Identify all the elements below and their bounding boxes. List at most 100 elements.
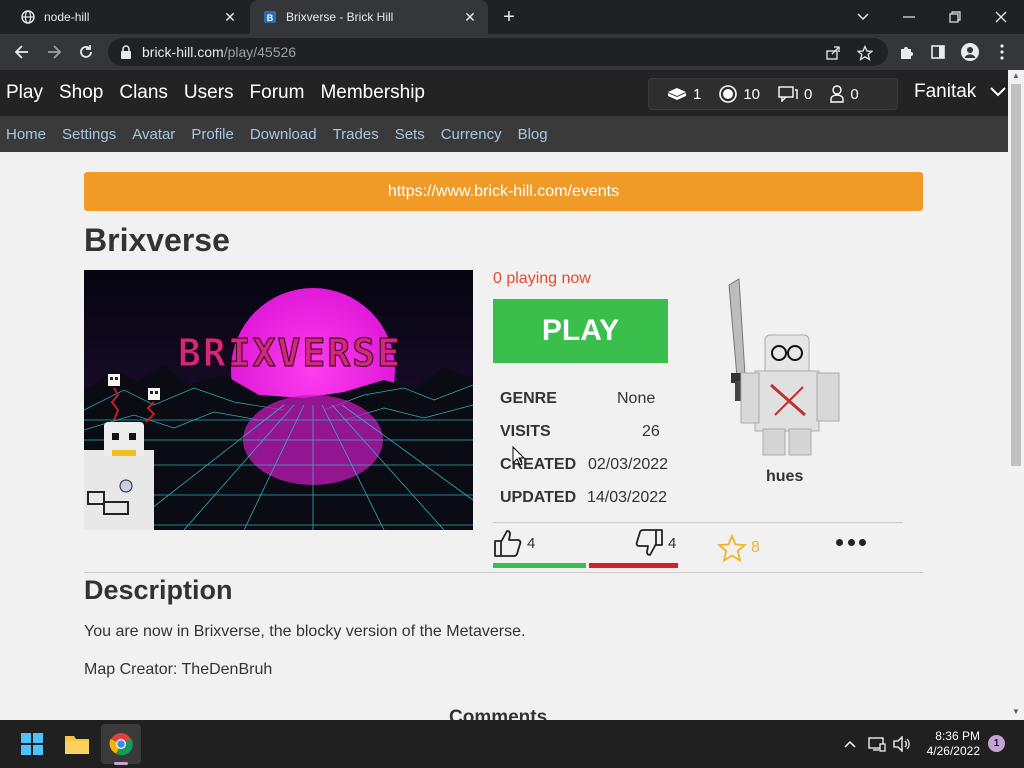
- bucks-counter[interactable]: 10: [719, 85, 760, 103]
- profile-icon[interactable]: [960, 42, 980, 62]
- thumbs-down-icon: [635, 529, 663, 556]
- minimize-button[interactable]: [886, 0, 932, 34]
- divider: [84, 572, 923, 573]
- thumbs-up-icon: [494, 530, 522, 557]
- menu-kebab-icon[interactable]: [992, 42, 1012, 62]
- dislikes-count: 4: [668, 534, 677, 552]
- windows-start-icon[interactable]: [12, 724, 52, 764]
- like-ratio-bar: [493, 563, 586, 568]
- svg-text:B: B: [267, 13, 274, 23]
- chrome-taskbar-icon[interactable]: [101, 724, 141, 764]
- clock-date: 4/26/2022: [926, 744, 980, 758]
- favorite-button[interactable]: 8: [717, 534, 760, 562]
- nav-play[interactable]: Play: [6, 82, 43, 104]
- subnav-home[interactable]: Home: [6, 126, 46, 143]
- page-viewport: Play Shop Clans Users Forum Membership 1…: [0, 70, 1008, 720]
- chevron-down-icon[interactable]: [990, 84, 1006, 102]
- stat-updated-value: 14/03/2022: [587, 489, 668, 506]
- chevron-up-icon[interactable]: [841, 735, 859, 753]
- brick-icon: [668, 88, 686, 100]
- browser-tab-strip: node-hill ✕ B Brixverse - Brick Hill ✕ +: [0, 0, 1024, 34]
- scroll-up-icon[interactable]: ▲: [1012, 72, 1020, 80]
- like-button[interactable]: 4: [493, 528, 535, 558]
- friends-counter[interactable]: 0: [830, 85, 859, 103]
- reload-icon[interactable]: [74, 40, 98, 64]
- subnav-download[interactable]: Download: [250, 126, 317, 143]
- mouse-cursor-icon: [512, 446, 526, 466]
- user-icon: [830, 85, 845, 103]
- back-arrow-icon[interactable]: [10, 40, 34, 64]
- browser-toolbar: brick-hill.com/play/45526: [0, 34, 1024, 70]
- tab-title: node-hill: [44, 10, 90, 24]
- stat-updated-label: UPDATED: [500, 489, 577, 506]
- system-clock[interactable]: 8:36 PM 4/26/2022: [914, 729, 980, 759]
- subnav-sets[interactable]: Sets: [395, 126, 425, 143]
- creator-avatar[interactable]: [725, 275, 855, 465]
- subnav-currency[interactable]: Currency: [441, 126, 502, 143]
- user-counters: 1 10 0 0: [648, 78, 898, 110]
- browser-tab-brixverse[interactable]: B Brixverse - Brick Hill ✕: [250, 0, 488, 34]
- address-bar[interactable]: brick-hill.com/play/45526: [108, 38, 888, 66]
- divider: [493, 522, 903, 523]
- messages-icon: [778, 86, 798, 102]
- scroll-down-icon[interactable]: ▼: [1012, 708, 1020, 716]
- nav-shop[interactable]: Shop: [59, 82, 103, 104]
- subnav-profile[interactable]: Profile: [191, 126, 234, 143]
- file-explorer-icon[interactable]: [57, 724, 97, 764]
- close-tab-icon[interactable]: ✕: [222, 9, 238, 25]
- forward-arrow-icon[interactable]: [42, 40, 66, 64]
- nav-membership[interactable]: Membership: [320, 82, 425, 104]
- stat-visits-label: VISITS: [500, 423, 551, 440]
- favorites-count: 8: [751, 539, 760, 556]
- share-icon[interactable]: [824, 44, 842, 62]
- tab-search-icon[interactable]: [840, 0, 886, 34]
- extensions-puzzle-icon[interactable]: [896, 42, 916, 62]
- volume-icon[interactable]: [893, 735, 911, 753]
- events-banner[interactable]: https://www.brick-hill.com/events: [84, 172, 923, 211]
- close-window-button[interactable]: [978, 0, 1024, 34]
- thumbnail-logo-text: BRIXVERSE: [178, 331, 402, 375]
- clock-time: 8:36 PM: [935, 729, 980, 743]
- notification-badge[interactable]: 1: [988, 735, 1005, 752]
- main-nav-links: Play Shop Clans Users Forum Membership: [6, 70, 441, 116]
- dislike-ratio-bar: [589, 563, 678, 568]
- description-text: You are now in Brixverse, the blocky ver…: [84, 623, 526, 640]
- description-text: Map Creator: TheDenBruh: [84, 661, 273, 678]
- scrollbar-thumb[interactable]: [1011, 84, 1021, 466]
- globe-icon: [20, 9, 36, 25]
- stat-genre-label: GENRE: [500, 390, 557, 407]
- browser-tab-node-hill[interactable]: node-hill ✕: [8, 0, 248, 34]
- more-options-icon[interactable]: [836, 536, 866, 548]
- star-icon: [717, 534, 747, 562]
- bricks-counter[interactable]: 1: [667, 86, 701, 103]
- players-online-count: 0 playing now: [493, 270, 591, 287]
- creator-name-link[interactable]: hues: [766, 468, 803, 486]
- close-tab-icon[interactable]: ✕: [462, 9, 478, 25]
- url-host: brick-hill.com: [142, 44, 224, 60]
- dislike-button[interactable]: 4: [634, 528, 676, 558]
- play-button[interactable]: PLAY: [493, 299, 668, 363]
- game-title: Brixverse: [84, 222, 230, 258]
- tab-title: Brixverse - Brick Hill: [286, 10, 394, 24]
- nav-clans[interactable]: Clans: [119, 82, 168, 104]
- subnav-trades[interactable]: Trades: [333, 126, 379, 143]
- stat-visits-value: 26: [642, 423, 660, 440]
- network-icon[interactable]: [868, 735, 886, 753]
- page-scrollbar[interactable]: ▲ ▼: [1008, 70, 1024, 720]
- site-main-nav: Play Shop Clans Users Forum Membership 1…: [0, 70, 1008, 116]
- subnav-avatar[interactable]: Avatar: [132, 126, 175, 143]
- new-tab-button[interactable]: +: [498, 6, 520, 28]
- brick-hill-icon: B: [262, 9, 278, 25]
- username-dropdown[interactable]: Fanitak: [914, 81, 976, 103]
- subnav-blog[interactable]: Blog: [518, 126, 548, 143]
- nav-users[interactable]: Users: [184, 82, 234, 104]
- subnav-settings[interactable]: Settings: [62, 126, 116, 143]
- comments-heading: Comments: [449, 707, 548, 720]
- restore-button[interactable]: [932, 0, 978, 34]
- nav-forum[interactable]: Forum: [250, 82, 305, 104]
- side-panel-icon[interactable]: [928, 42, 948, 62]
- bookmark-star-icon[interactable]: [856, 44, 874, 62]
- messages-counter[interactable]: 0: [778, 86, 812, 103]
- stat-created-value: 02/03/2022: [588, 456, 669, 473]
- site-sub-nav: Home Settings Avatar Profile Download Tr…: [0, 116, 1008, 152]
